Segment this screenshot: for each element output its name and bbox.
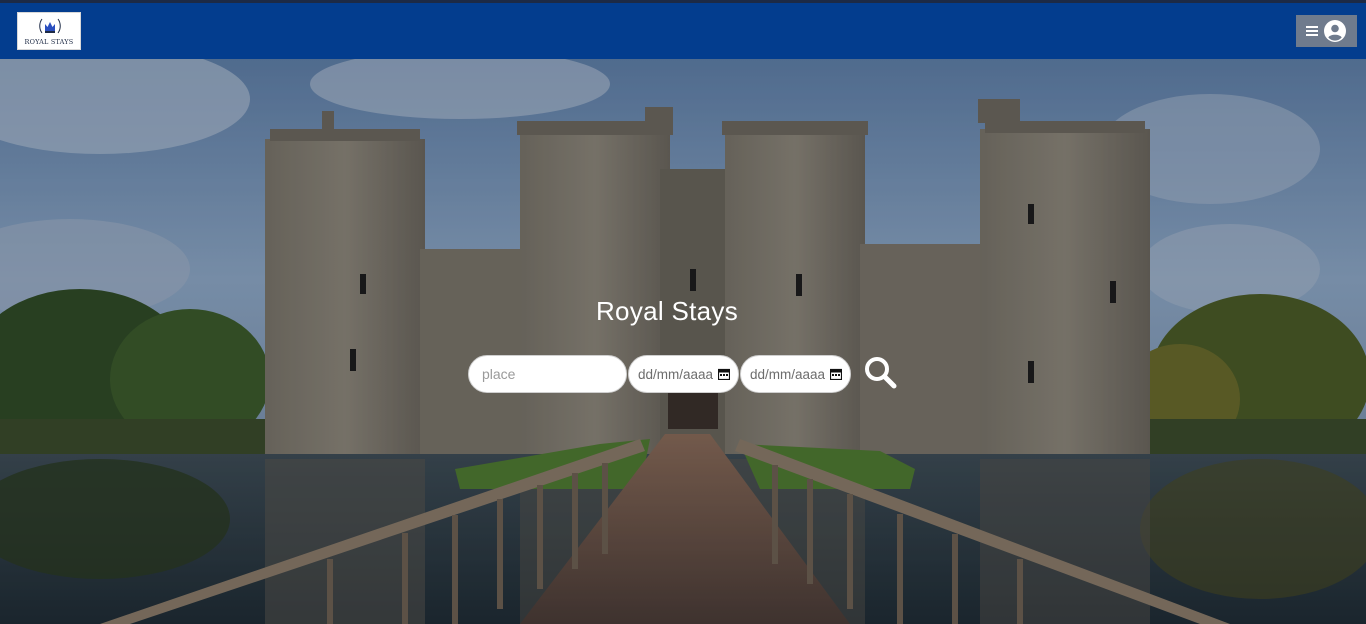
hamburger-icon (1306, 26, 1318, 36)
place-input[interactable] (468, 355, 627, 393)
hero-title: Royal Stays (595, 296, 739, 326)
crown-laurel-icon (39, 18, 61, 34)
account-menu-button[interactable] (1296, 15, 1357, 47)
user-circle-icon (1324, 20, 1346, 42)
checkin-date-placeholder: dd/mm/aaaa (638, 367, 714, 382)
navbar: ROYAL STAYS (0, 3, 1366, 59)
calendar-icon[interactable] (718, 368, 730, 380)
calendar-icon[interactable] (830, 368, 842, 380)
search-button[interactable] (860, 355, 900, 391)
checkout-date-input[interactable]: dd/mm/aaaa (740, 355, 851, 393)
magnifier-icon (865, 357, 897, 389)
checkin-date-input[interactable]: dd/mm/aaaa (628, 355, 739, 393)
hero-banner: Royal Stays dd/mm/aaaa dd/mm/aaaa (0, 59, 1366, 624)
brand-logo[interactable]: ROYAL STAYS (17, 12, 81, 50)
hero-overlay (0, 59, 1366, 624)
logo-text: ROYAL STAYS (24, 38, 74, 46)
checkout-date-placeholder: dd/mm/aaaa (750, 367, 826, 382)
